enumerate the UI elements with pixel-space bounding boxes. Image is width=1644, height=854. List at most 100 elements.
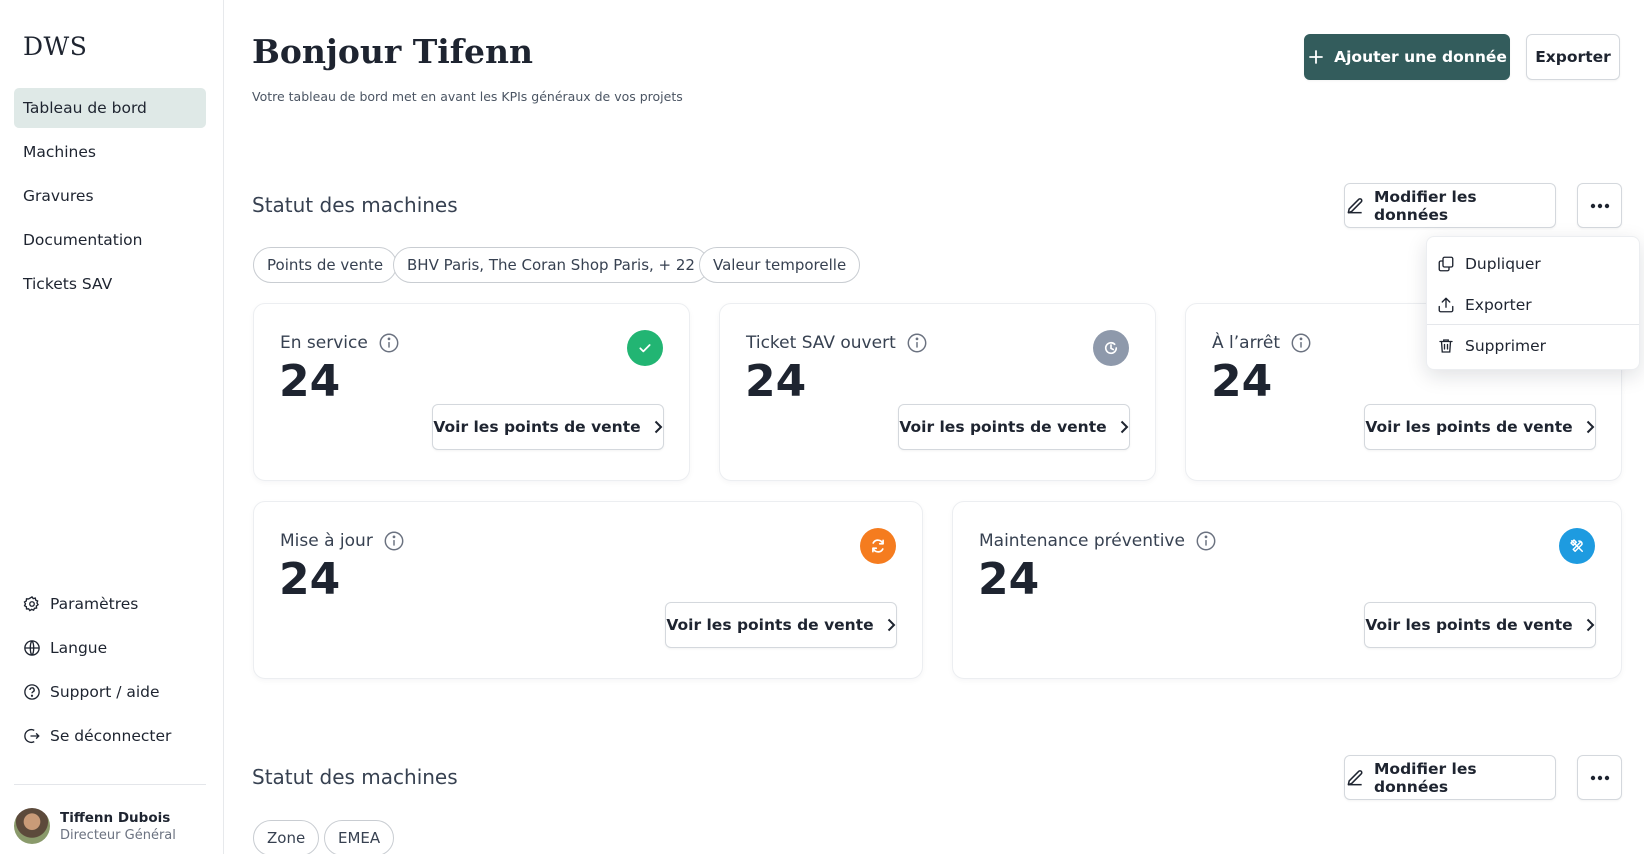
edit-data-button[interactable]: Modifier les données — [1344, 755, 1556, 800]
sidebar-item-label: Machines — [23, 143, 96, 161]
sidebar-item-support[interactable]: Support / aide — [23, 680, 160, 704]
kpi-card-ticket-sav: Ticket SAV ouvert 24 Voir les points de … — [719, 303, 1156, 481]
logo[interactable]: DWS — [23, 32, 87, 61]
kpi-label-row: À l’arrêt — [1212, 332, 1312, 354]
sidebar-item-label: Support / aide — [50, 683, 160, 701]
tools-icon — [1559, 528, 1595, 564]
more-options-button[interactable] — [1577, 755, 1622, 800]
view-points-of-sale-label: Voir les points de vente — [433, 418, 641, 436]
info-icon[interactable] — [906, 332, 928, 354]
info-icon[interactable] — [1195, 530, 1217, 552]
sidebar-item-langue[interactable]: Langue — [23, 636, 107, 660]
help-icon — [23, 683, 41, 701]
view-points-of-sale-button[interactable]: Voir les points de vente — [1364, 404, 1596, 450]
kpi-label-row: Maintenance préventive — [979, 530, 1217, 552]
filter-chip[interactable]: BHV Paris, The Coran Shop Paris, + 22 — [393, 247, 709, 283]
sidebar-item-label: Documentation — [23, 231, 143, 249]
user-name: Tiffenn Dubois — [60, 809, 171, 826]
upload-icon — [1437, 296, 1455, 314]
export-label: Exporter — [1535, 48, 1611, 66]
sidebar-divider — [14, 784, 206, 785]
sidebar-item-parametres[interactable]: Paramètres — [23, 592, 138, 616]
kpi-value: 24 — [978, 554, 1040, 605]
clock-icon — [1093, 330, 1129, 366]
view-points-of-sale-label: Voir les points de vente — [666, 616, 874, 634]
kpi-label: Mise à jour — [280, 531, 373, 551]
export-button[interactable]: Exporter — [1526, 34, 1620, 80]
kpi-label-row: En service — [280, 332, 400, 354]
sidebar-item-machines[interactable]: Machines — [14, 132, 206, 172]
menu-separator — [1427, 324, 1639, 325]
sidebar-item-label: Gravures — [23, 187, 94, 205]
chevron-right-icon — [653, 420, 663, 434]
chevron-right-icon — [1585, 618, 1595, 632]
kpi-label: Maintenance préventive — [979, 531, 1185, 551]
logout-icon — [23, 727, 41, 745]
section-title: Statut des machines — [252, 193, 458, 217]
info-icon[interactable] — [383, 530, 405, 552]
kpi-card-en-service: En service 24 Voir les points de vente — [253, 303, 690, 481]
sidebar-item-label: Tickets SAV — [23, 275, 113, 293]
sidebar-item-gravures[interactable]: Gravures — [14, 176, 206, 216]
more-horizontal-icon — [1590, 775, 1610, 781]
kpi-card-mise-a-jour: Mise à jour 24 Voir les points de vente — [253, 501, 923, 679]
edit-data-label: Modifier les données — [1374, 187, 1477, 224]
user-profile[interactable]: Tiffenn Dubois Directeur Général — [14, 808, 176, 844]
info-icon[interactable] — [378, 332, 400, 354]
sidebar-item-label: Se déconnecter — [50, 727, 172, 745]
kpi-value: 24 — [1211, 356, 1273, 407]
add-data-button[interactable]: Ajouter une donnée — [1304, 34, 1510, 80]
filter-chip[interactable]: Valeur temporelle — [699, 247, 861, 283]
chevron-right-icon — [1119, 420, 1129, 434]
filter-chip[interactable]: Zone — [253, 820, 320, 854]
plus-icon — [1307, 48, 1325, 66]
more-horizontal-icon — [1590, 203, 1610, 209]
globe-icon — [23, 639, 41, 657]
refresh-icon — [860, 528, 896, 564]
sidebar-item-documentation[interactable]: Documentation — [14, 220, 206, 260]
kpi-label: En service — [280, 333, 368, 353]
sidebar-item-tickets-sav[interactable]: Tickets SAV — [14, 264, 206, 304]
view-points-of-sale-label: Voir les points de vente — [899, 418, 1107, 436]
more-options-button[interactable] — [1577, 183, 1622, 228]
view-points-of-sale-label: Voir les points de vente — [1365, 418, 1573, 436]
sidebar-item-label: Tableau de bord — [23, 99, 147, 117]
kpi-value: 24 — [279, 356, 341, 407]
kpi-value: 24 — [745, 356, 807, 407]
edit-data-label: Modifier les données — [1374, 759, 1477, 796]
sidebar: DWS Tableau de bord Machines Gravures Do… — [0, 0, 224, 854]
menu-item-label: Supprimer — [1465, 337, 1547, 355]
pencil-icon — [1345, 196, 1365, 216]
more-options-menu: Dupliquer Exporter Supprimer — [1426, 236, 1640, 370]
page-title: Bonjour Tifenn — [252, 32, 533, 71]
filter-chip[interactable]: Points de vente — [253, 247, 398, 283]
view-points-of-sale-button[interactable]: Voir les points de vente — [432, 404, 664, 450]
view-points-of-sale-button[interactable]: Voir les points de vente — [898, 404, 1130, 450]
avatar — [14, 808, 50, 844]
check-icon — [627, 330, 663, 366]
menu-item-supprimer[interactable]: Supprimer — [1437, 333, 1546, 359]
trash-icon — [1437, 337, 1455, 355]
copy-icon — [1437, 255, 1455, 273]
kpi-value: 24 — [279, 554, 341, 605]
edit-data-button[interactable]: Modifier les données — [1344, 183, 1556, 228]
user-role: Directeur Général — [60, 827, 176, 843]
page-subtitle: Votre tableau de bord met en avant les K… — [252, 89, 683, 104]
filter-chip[interactable]: EMEA — [324, 820, 395, 854]
view-points-of-sale-button[interactable]: Voir les points de vente — [1364, 602, 1596, 648]
info-icon[interactable] — [1290, 332, 1312, 354]
menu-item-label: Dupliquer — [1465, 255, 1541, 273]
sidebar-item-label: Paramètres — [50, 595, 139, 613]
kpi-label: Ticket SAV ouvert — [746, 333, 896, 353]
gear-icon — [23, 595, 41, 613]
sidebar-item-tableau-de-bord[interactable]: Tableau de bord — [14, 88, 206, 128]
sidebar-item-deconnecter[interactable]: Se déconnecter — [23, 724, 171, 748]
kpi-label-row: Ticket SAV ouvert — [746, 332, 928, 354]
view-points-of-sale-button[interactable]: Voir les points de vente — [665, 602, 897, 648]
menu-item-label: Exporter — [1465, 296, 1532, 314]
kpi-label: À l’arrêt — [1212, 333, 1281, 353]
add-data-label: Ajouter une donnée — [1334, 48, 1507, 66]
menu-item-exporter[interactable]: Exporter — [1437, 292, 1532, 318]
menu-item-dupliquer[interactable]: Dupliquer — [1437, 251, 1541, 277]
kpi-card-maintenance: Maintenance préventive 24 Voir les point… — [952, 501, 1622, 679]
